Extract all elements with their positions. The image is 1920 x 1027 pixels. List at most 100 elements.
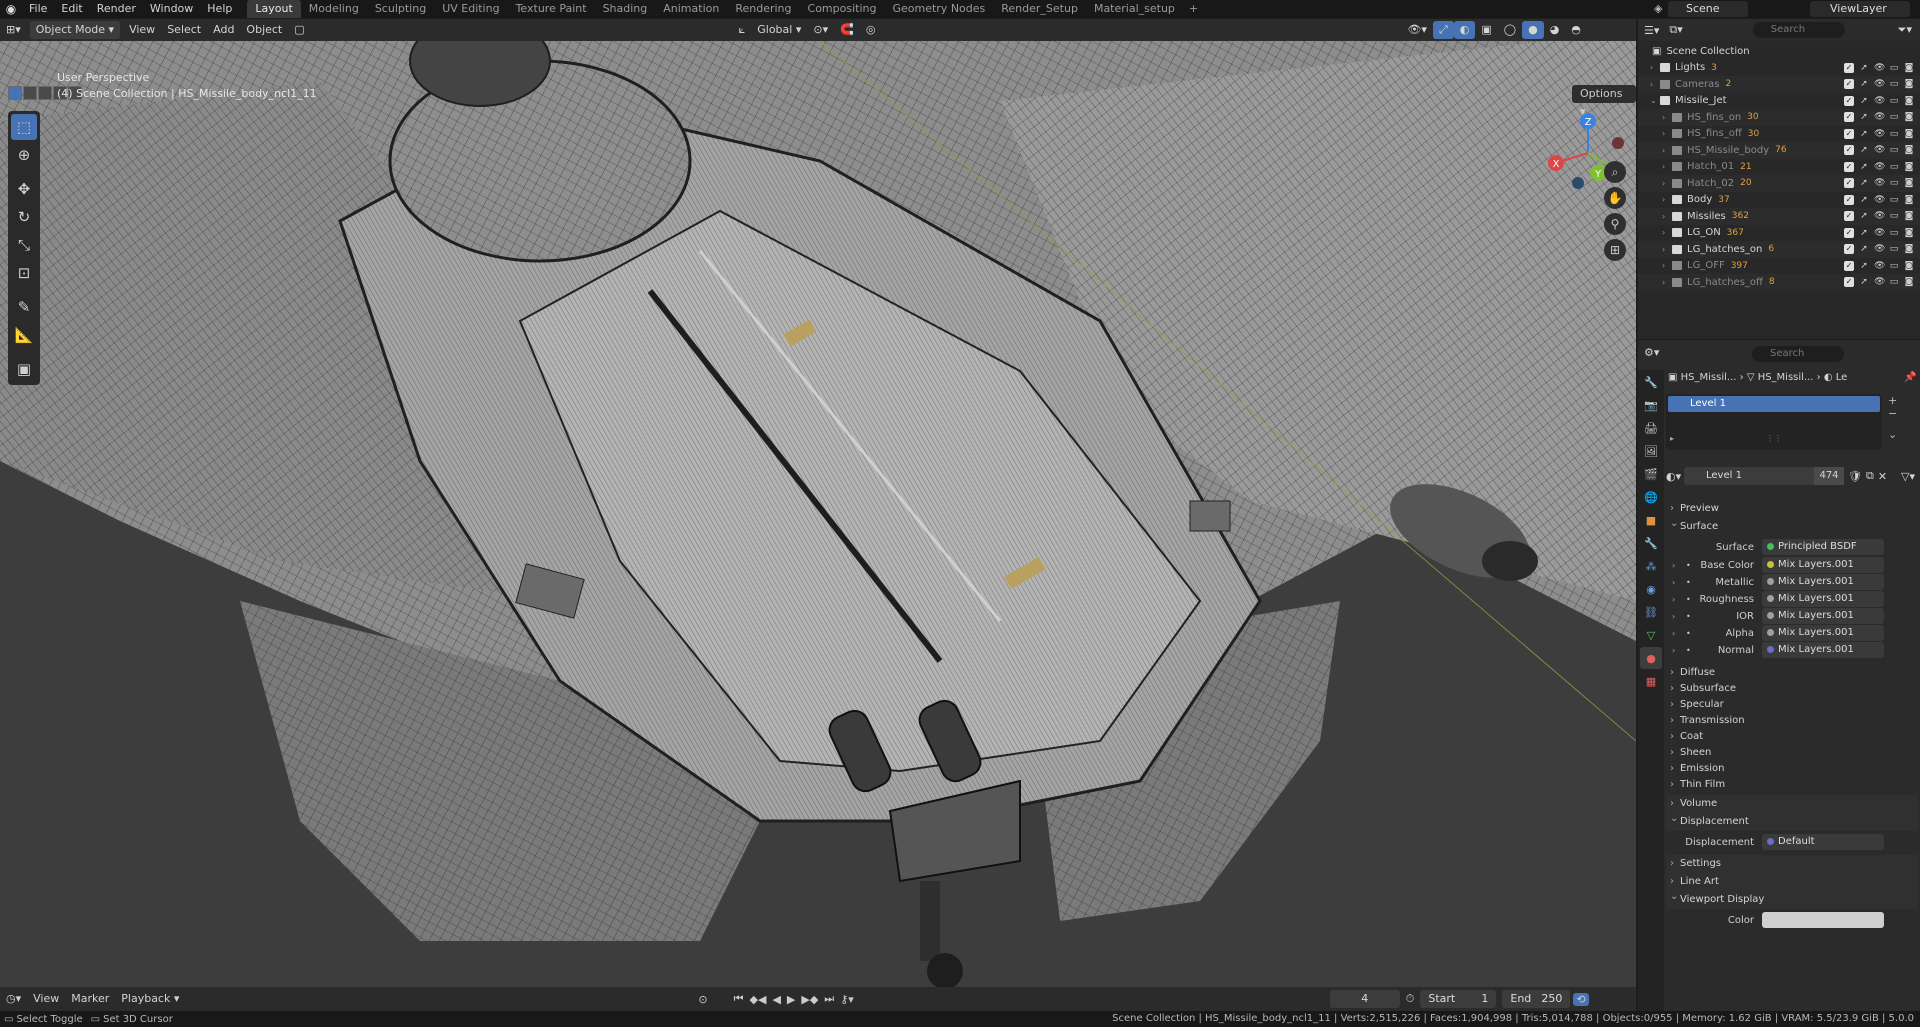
timeline-menu-marker[interactable]: Marker [65,990,115,1008]
timeline-menu-view[interactable]: View [27,990,65,1008]
timeline-editor-icon[interactable]: ◷▾ [0,990,27,1008]
select-extend-icon[interactable] [23,86,37,100]
viewport-monitor-icon[interactable]: ▭ [1889,112,1899,122]
solid-shading-icon[interactable]: ● [1522,21,1544,39]
transform-icon[interactable]: ⊡ [11,260,37,286]
expand-arrow-icon[interactable]: › [1662,162,1665,171]
scene-selector[interactable]: Scene [1668,1,1748,17]
visibility-icon[interactable]: 👁▾ [1401,21,1433,39]
viewport-monitor-icon[interactable]: ▭ [1889,63,1899,73]
eye-icon[interactable]: 👁 [1874,244,1885,254]
render-camera-icon[interactable]: ◙ [1904,244,1914,254]
expand-input-icon[interactable]: › [1672,612,1675,621]
material-shading-icon[interactable]: ◕ [1544,21,1566,39]
material-tab-icon[interactable]: ● [1640,647,1662,669]
constraints-tab-icon[interactable]: ⛓ [1640,601,1662,623]
shader-input-field[interactable]: Mix Layers.001 [1762,642,1884,658]
autokey-record-icon[interactable]: ⊙ [695,993,710,1006]
object-gizmo-icon[interactable]: ▢ [288,21,310,39]
texture-tab-icon[interactable]: ▦ [1640,670,1662,692]
expand-arrow-icon[interactable]: › [1662,195,1665,204]
section-volume[interactable]: Volume [1666,795,1918,813]
eye-icon[interactable]: 👁 [1874,228,1885,238]
prev-keyframe-icon[interactable]: ◆◀ [747,993,770,1006]
exclude-checkbox[interactable]: ✓ [1844,62,1854,73]
select-box-icon[interactable]: ⬚ [11,114,37,140]
select-arrow-icon[interactable]: ➚ [1859,112,1869,122]
select-subtract-icon[interactable] [38,86,52,100]
render-camera-icon[interactable]: ◙ [1904,178,1914,188]
outliner-row[interactable]: › LG_hatches_off 8 ✓ ➚ 👁 ▭ ◙ [1638,274,1920,291]
surface-shader-field[interactable]: Principled BSDF [1762,539,1884,555]
eye-icon[interactable]: 👁 [1874,145,1885,155]
select-arrow-icon[interactable]: ➚ [1859,195,1869,205]
viewport-monitor-icon[interactable]: ▭ [1889,211,1899,221]
gizmo-toggle-icon[interactable]: ⤢ [1432,21,1454,39]
select-arrow-icon[interactable]: ➚ [1859,244,1869,254]
render-camera-icon[interactable]: ◙ [1904,96,1914,106]
slot-resize-handle[interactable]: ⋮⋮ [1766,434,1782,443]
select-arrow-icon[interactable]: ➚ [1859,277,1869,287]
render-camera-icon[interactable]: ◙ [1904,129,1914,139]
snap-icon[interactable]: 🧲 [834,21,860,39]
filter-icon[interactable]: ⏷▾ [1898,23,1912,37]
expand-arrow-icon[interactable]: › [1650,80,1653,89]
render-camera-icon[interactable]: ◙ [1904,145,1914,155]
ortho-grid-icon[interactable]: ⊞ [1604,239,1626,261]
mode-dropdown[interactable]: Object Mode ▾ [29,21,121,39]
jump-start-icon[interactable]: ⏮ [731,992,747,1006]
eye-icon[interactable]: 👁 [1874,79,1885,89]
select-arrow-icon[interactable]: ➚ [1859,63,1869,73]
menu-edit[interactable]: Edit [54,0,89,18]
select-arrow-icon[interactable]: ➚ [1859,261,1869,271]
section-displacement[interactable]: Displacement [1666,810,1918,831]
exclude-checkbox[interactable]: ✓ [1844,145,1854,156]
tab-texture-paint[interactable]: Texture Paint [508,0,595,18]
select-arrow-icon[interactable]: ➚ [1859,162,1869,172]
expand-arrow-icon[interactable]: › [1650,63,1653,72]
section-preview[interactable]: Preview [1666,500,1918,518]
output-tab-icon[interactable]: 🖨 [1640,417,1662,439]
select-new-icon[interactable] [8,86,22,100]
outliner-row[interactable]: › Hatch_02 20 ✓ ➚ 👁 ▭ ◙ [1638,175,1920,192]
menu-render[interactable]: Render [90,0,143,18]
expand-input-icon[interactable]: › [1672,595,1675,604]
expand-arrow-icon[interactable]: › [1662,228,1665,237]
select-arrow-icon[interactable]: ➚ [1859,228,1869,238]
material-name-field[interactable]: Level 1 [1684,467,1814,485]
pin-icon[interactable]: 📌 [1904,368,1916,388]
viewport-monitor-icon[interactable]: ▭ [1889,129,1899,139]
viewport-monitor-icon[interactable]: ▭ [1889,277,1899,287]
viewport-monitor-icon[interactable]: ▭ [1889,261,1899,271]
eye-icon[interactable]: 👁 [1874,112,1885,122]
expand-arrow-icon[interactable]: › [1662,245,1665,254]
material-users-count[interactable]: 474 [1814,467,1844,485]
display-mode-icon[interactable]: ⧉▾ [1669,23,1682,37]
data-tab-icon[interactable]: ▽ [1640,624,1662,646]
section-viewport-display[interactable]: Viewport Display [1666,888,1918,909]
3d-viewport[interactable]: User Perspective (4) Scene Collection | … [0,41,1636,987]
eye-icon[interactable]: 👁 [1874,211,1885,221]
expand-input-icon[interactable]: › [1672,646,1675,655]
render-camera-icon[interactable]: ◙ [1904,277,1914,287]
exclude-checkbox[interactable]: ✓ [1844,244,1854,255]
render-camera-icon[interactable]: ◙ [1904,211,1914,221]
viewport-monitor-icon[interactable]: ▭ [1889,244,1899,254]
tab-modeling[interactable]: Modeling [301,0,367,18]
exclude-checkbox[interactable]: ✓ [1844,277,1854,288]
expand-arrow-icon[interactable]: › [1662,278,1665,287]
outliner-row[interactable]: › Body 37 ✓ ➚ 👁 ▭ ◙ [1638,192,1920,209]
outliner-row[interactable]: › HS_Missile_body 76 ✓ ➚ 👁 ▭ ◙ [1638,142,1920,159]
shader-input-field[interactable]: Mix Layers.001 [1762,557,1884,573]
material-slot-item[interactable]: Level 1 [1668,396,1880,412]
shader-input-field[interactable]: Mix Layers.001 [1762,625,1884,641]
render-camera-icon[interactable]: ◙ [1904,79,1914,89]
select-arrow-icon[interactable]: ➚ [1859,178,1869,188]
viewport-monitor-icon[interactable]: ▭ [1889,79,1899,89]
outliner-row[interactable]: › LG_OFF 397 ✓ ➚ 👁 ▭ ◙ [1638,258,1920,275]
exclude-checkbox[interactable]: ✓ [1844,194,1854,205]
select-arrow-icon[interactable]: ➚ [1859,96,1869,106]
modifier-tab-icon[interactable]: 🔧 [1640,532,1662,554]
add-cube-icon[interactable]: ▣ [11,356,37,382]
eye-icon[interactable]: 👁 [1874,63,1885,73]
